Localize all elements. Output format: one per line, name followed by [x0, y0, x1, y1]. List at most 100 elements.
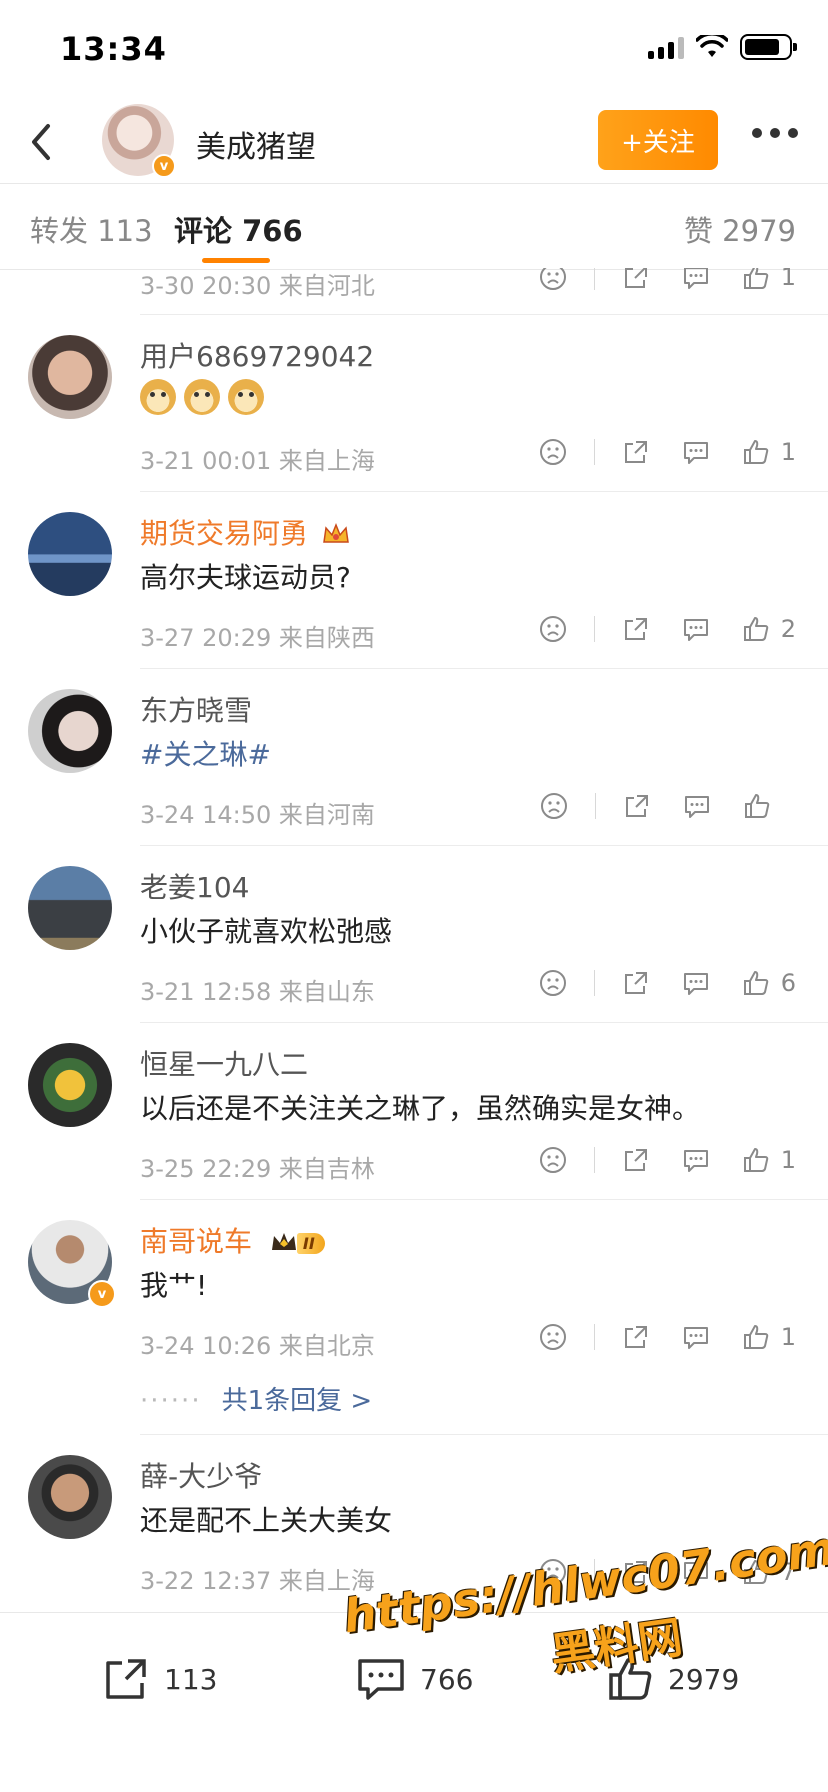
commenter-avatar[interactable]: [28, 1455, 112, 1539]
comment-text: 以后还是不关注关之琳了，虽然确实是女神。: [140, 1092, 701, 1125]
share-icon[interactable]: [621, 614, 651, 644]
comment-item: 期货交易阿勇 高尔夫球运动员? 3-27 20:29 来自陕西 2: [0, 492, 828, 668]
reply-icon[interactable]: [681, 614, 711, 644]
back-arrow-icon[interactable]: [20, 116, 64, 168]
sad-face-icon[interactable]: [538, 1322, 568, 1352]
vip-crown-badge-icon: II: [269, 1230, 325, 1256]
comment-text: 高尔夫球运动员?: [140, 561, 351, 594]
sad-face-icon[interactable]: [538, 1145, 568, 1175]
author-avatar[interactable]: v: [102, 104, 176, 178]
reply-dots: ······: [140, 1386, 202, 1416]
follow-button[interactable]: +关注: [598, 110, 718, 170]
commenter-name[interactable]: 期货交易阿勇: [140, 512, 351, 552]
comment-text: 小伙子就喜欢松弛感: [140, 915, 393, 948]
share-icon[interactable]: [621, 437, 651, 467]
comment-meta: 3-24 10:26 来自北京: [140, 1332, 375, 1360]
author-name[interactable]: 美成猪望: [196, 122, 316, 166]
share-icon[interactable]: [622, 791, 652, 821]
sad-face-icon[interactable]: [538, 968, 568, 998]
share-icon[interactable]: [621, 268, 651, 292]
comment-text: 我艹!: [140, 1269, 208, 1302]
thumbs-up-icon[interactable]: [741, 268, 771, 292]
comment-actions: 1: [538, 1322, 796, 1352]
comment-actions: [539, 791, 796, 821]
doge-emoji-icon: [140, 379, 176, 415]
verified-badge-icon: v: [88, 1280, 116, 1308]
thumbs-up-icon[interactable]: [741, 614, 771, 644]
tab-comment[interactable]: 评论 766: [174, 208, 303, 250]
thumbs-up-icon[interactable]: [742, 791, 772, 821]
thumbs-up-icon[interactable]: [741, 1145, 771, 1175]
comment-item: v 南哥说车 II 我艹! 3-24 10:26 来自北京 1 ······ 共1…: [0, 1200, 828, 1434]
doge-emoji-icon: [228, 379, 264, 415]
commenter-name[interactable]: 恒星一九八二: [140, 1043, 308, 1083]
reply-icon[interactable]: [681, 1145, 711, 1175]
share-icon[interactable]: [621, 968, 651, 998]
like-count: 1: [780, 438, 796, 466]
commenter-name[interactable]: 南哥说车 II: [140, 1220, 325, 1260]
interaction-tabs: 转发 113 评论 766 赞 2979: [0, 184, 828, 270]
sad-face-icon[interactable]: [538, 614, 568, 644]
commenter-avatar[interactable]: [28, 335, 112, 419]
doge-emoji-icon: [184, 379, 220, 415]
verified-badge-icon: v: [152, 154, 176, 178]
commenter-avatar[interactable]: v: [28, 1220, 116, 1308]
commenter-avatar[interactable]: [28, 1043, 112, 1127]
thumbs-up-icon[interactable]: [741, 1322, 771, 1352]
repost-count: 113: [164, 1662, 218, 1696]
share-icon[interactable]: [621, 1145, 651, 1175]
comment-item: 用户6869729042 3-21 00:01 来自上海 1: [0, 315, 828, 491]
comment-actions: 1: [538, 1145, 796, 1175]
status-time: 13:34: [60, 30, 167, 68]
repost-icon: [106, 1659, 146, 1699]
comment-meta: 3-25 22:29 来自吉林: [140, 1155, 375, 1183]
share-icon[interactable]: [621, 1322, 651, 1352]
thumbs-up-icon[interactable]: [741, 968, 771, 998]
comment-meta: 3-21 00:01 来自上海: [140, 447, 375, 475]
topic-link[interactable]: #关之琳#: [140, 733, 271, 773]
like-count: 2979: [668, 1662, 740, 1696]
sad-face-icon[interactable]: [538, 437, 568, 467]
comment-meta: 3-21 12:58 来自山东: [140, 978, 375, 1006]
comment-meta: 3-27 20:29 来自陕西: [140, 624, 375, 652]
bottom-repost-button[interactable]: 113: [102, 1655, 217, 1703]
comment-text: [140, 379, 272, 415]
crown-badge-icon: [323, 522, 349, 543]
sad-face-icon[interactable]: [538, 268, 568, 292]
commenter-avatar[interactable]: [28, 689, 112, 773]
commenter-name[interactable]: 薛-大少爷: [140, 1455, 262, 1495]
comment-actions: 1: [538, 437, 796, 467]
thumbs-up-icon[interactable]: [741, 437, 771, 467]
reply-icon[interactable]: [681, 968, 711, 998]
more-options-icon[interactable]: [752, 128, 798, 138]
cellular-signal-icon: [648, 35, 684, 59]
comment-actions: 6: [538, 968, 796, 998]
commenter-avatar[interactable]: [28, 866, 112, 950]
wifi-icon: [696, 35, 728, 57]
reply-icon[interactable]: [681, 1322, 711, 1352]
status-bar: 13:34: [0, 0, 828, 100]
like-count: 6: [780, 969, 796, 997]
comment-item: 老姜104 小伙子就喜欢松弛感 3-21 12:58 来自山东 6: [0, 846, 828, 1022]
commenter-name[interactable]: 老姜104: [140, 866, 249, 906]
comment-meta: 3-24 14:50 来自河南: [140, 801, 375, 829]
comment-actions: 1: [538, 268, 796, 292]
like-count: 1: [780, 1323, 796, 1351]
tab-like[interactable]: 赞 2979: [684, 208, 796, 250]
comment-item: 东方晓雪 #关之琳# 3-24 14:50 来自河南: [0, 669, 828, 845]
reply-icon[interactable]: [682, 791, 712, 821]
like-count: 2: [780, 615, 796, 643]
sad-face-icon[interactable]: [539, 791, 569, 821]
active-tab-indicator: [202, 258, 270, 263]
tab-repost[interactable]: 转发 113: [30, 208, 153, 250]
commenter-name[interactable]: 东方晓雪: [140, 689, 252, 729]
comment-meta: 3-30 20:30 来自河北: [140, 272, 375, 300]
battery-icon: [740, 34, 797, 60]
like-count: 1: [780, 268, 796, 291]
commenter-avatar[interactable]: [28, 512, 112, 596]
status-icons: [648, 34, 797, 60]
commenter-name[interactable]: 用户6869729042: [140, 335, 374, 375]
reply-icon[interactable]: [681, 268, 711, 292]
view-replies-link[interactable]: ······ 共1条回复 >: [140, 1380, 372, 1417]
reply-icon[interactable]: [681, 437, 711, 467]
